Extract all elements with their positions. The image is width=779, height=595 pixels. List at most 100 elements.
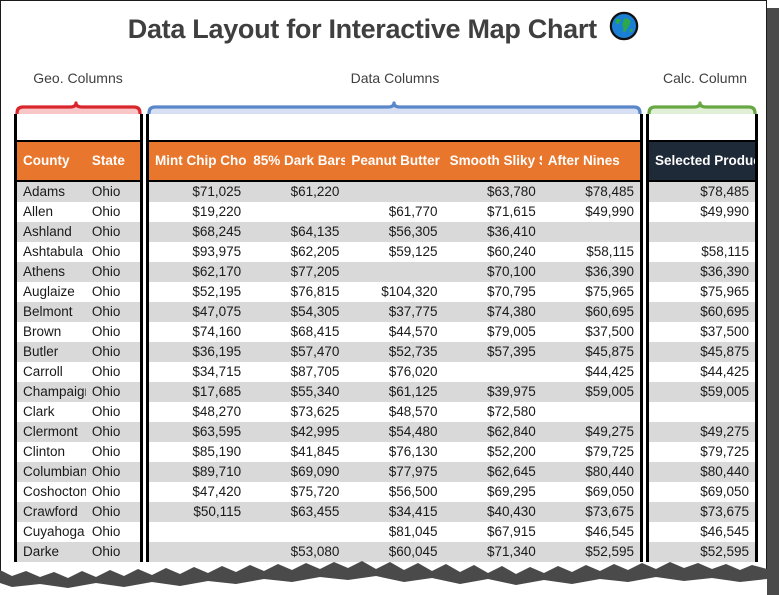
cell-selected-product: $45,875: [649, 342, 755, 362]
table-row[interactable]: $52,195 $76,815 $104,320 $70,795 $75,965: [149, 282, 640, 302]
column-header-county[interactable]: County: [17, 140, 86, 182]
table-row[interactable]: $75,965: [649, 282, 755, 302]
table-row[interactable]: $47,420 $75,720 $56,500 $69,295 $69,050: [149, 482, 640, 502]
table-row[interactable]: $69,050: [649, 482, 755, 502]
table-row[interactable]: $81,045 $67,915 $46,545: [149, 522, 640, 542]
table-row[interactable]: Crawford Ohio: [17, 502, 140, 522]
table-row[interactable]: Carroll Ohio: [17, 362, 140, 382]
table-row[interactable]: $60,695: [649, 302, 755, 322]
cell-value-2: $60,045: [345, 542, 444, 562]
table-row[interactable]: ColumbianaOhio: [17, 462, 140, 482]
table-row[interactable]: $49,275: [649, 422, 755, 442]
table-row[interactable]: Darke Ohio: [17, 542, 140, 562]
column-header-selected-product[interactable]: Selected Product: [649, 140, 755, 182]
cell-value-3: $36,410: [443, 222, 542, 242]
column-header-product-4[interactable]: After Nines: [541, 140, 640, 182]
table-row[interactable]: $37,500: [649, 322, 755, 342]
column-header-product-2[interactable]: Peanut Butter C: [345, 140, 444, 182]
table-row[interactable]: Auglaize Ohio: [17, 282, 140, 302]
table-row[interactable]: $93,975 $62,205 $59,125 $60,240 $58,115: [149, 242, 640, 262]
column-header-product-0[interactable]: Mint Chip Choc: [149, 140, 248, 182]
cell-value-2: [345, 262, 444, 282]
table-row[interactable]: $79,725: [649, 442, 755, 462]
table-row[interactable]: Champaign Ohio: [17, 382, 140, 402]
table-row[interactable]: $59,005: [649, 382, 755, 402]
table-row[interactable]: Adams Ohio: [17, 181, 140, 202]
table-row[interactable]: $46,545: [649, 522, 755, 542]
table-row[interactable]: $34,715 $87,705 $76,020 $44,425: [149, 362, 640, 382]
table-row[interactable]: $78,485: [649, 181, 755, 202]
cell-value-4: $78,485: [541, 181, 640, 202]
cell-value-3: $62,645: [443, 462, 542, 482]
table-row[interactable]: Ashtabula Ohio: [17, 242, 140, 262]
table-row[interactable]: [649, 222, 755, 242]
table-row[interactable]: Allen Ohio: [17, 202, 140, 222]
cell-value-0: $17,685: [149, 382, 248, 402]
cell-value-4: $58,115: [541, 242, 640, 262]
group-label-geo: Geo. Columns: [33, 70, 123, 86]
cell-value-4: $49,990: [541, 202, 640, 222]
column-header-product-1[interactable]: 85% Dark Bars: [247, 140, 346, 182]
cell-value-0: $19,220: [149, 202, 248, 222]
cell-value-0: $89,710: [149, 462, 248, 482]
cell-value-3: $39,975: [443, 382, 542, 402]
table-row[interactable]: $52,595: [649, 542, 755, 562]
table-row[interactable]: Cuyahoga Ohio: [17, 522, 140, 542]
table-row[interactable]: $48,270 $73,625 $48,570 $72,580: [149, 402, 640, 422]
cell-value-0: $93,975: [149, 242, 248, 262]
cell-value-0: $47,075: [149, 302, 248, 322]
cell-selected-product: $49,990: [649, 202, 755, 222]
column-header-product-3[interactable]: Smooth Sliky Sa: [443, 140, 542, 182]
table-row[interactable]: $49,990: [649, 202, 755, 222]
table-row[interactable]: $71,025 $61,220 $63,780 $78,485: [149, 181, 640, 202]
table-row[interactable]: Brown Ohio: [17, 322, 140, 342]
cell-value-4: $59,005: [541, 382, 640, 402]
table-row[interactable]: $19,220 $61,770 $71,615 $49,990: [149, 202, 640, 222]
cell-value-3: $71,340: [443, 542, 542, 562]
table-row[interactable]: Butler Ohio: [17, 342, 140, 362]
calc-body: $78,485 $49,990 $58,115 $36,390 $75,965 $60,6…: [649, 181, 755, 562]
cell-county: Adams: [17, 181, 86, 202]
cell-value-0: $68,245: [149, 222, 248, 242]
table-row[interactable]: Ashland Ohio: [17, 222, 140, 242]
table-row[interactable]: $68,245 $64,135 $56,305 $36,410: [149, 222, 640, 242]
table-row[interactable]: Clark Ohio: [17, 402, 140, 422]
cell-value-3: $70,795: [443, 282, 542, 302]
table-row[interactable]: [649, 402, 755, 422]
table-row[interactable]: Athens Ohio: [17, 262, 140, 282]
table-row[interactable]: Coshocton Ohio: [17, 482, 140, 502]
table-row[interactable]: Clinton Ohio: [17, 442, 140, 462]
cell-value-4: $80,440: [541, 462, 640, 482]
table-row[interactable]: $62,170 $77,205 $70,100 $36,390: [149, 262, 640, 282]
table-row[interactable]: $85,190 $41,845 $76,130 $52,200 $79,725: [149, 442, 640, 462]
cell-state: Ohio: [85, 202, 140, 222]
table-row[interactable]: $36,390: [649, 262, 755, 282]
table-row[interactable]: $36,195 $57,470 $52,735 $57,395 $45,875: [149, 342, 640, 362]
table-row[interactable]: $89,710 $69,090 $77,975 $62,645 $80,440: [149, 462, 640, 482]
cell-value-0: [149, 542, 248, 562]
table-row[interactable]: Clermont Ohio: [17, 422, 140, 442]
table-row[interactable]: $45,875: [649, 342, 755, 362]
table-row[interactable]: $58,115: [649, 242, 755, 262]
cell-selected-product: $46,545: [649, 522, 755, 542]
table-row[interactable]: $80,440: [649, 462, 755, 482]
table-row[interactable]: $17,685 $55,340 $61,125 $39,975 $59,005: [149, 382, 640, 402]
table-row[interactable]: $63,595 $42,995 $54,480 $62,840 $49,275: [149, 422, 640, 442]
table-row[interactable]: $73,675: [649, 502, 755, 522]
calc-column-block: Selected Product $78,485 $49,990 $58,115 $3…: [646, 114, 758, 562]
table-row[interactable]: $50,115 $63,455 $34,415 $40,430 $73,675: [149, 502, 640, 522]
group-label-data: Data Columns: [350, 70, 440, 86]
table-row[interactable]: Belmont Ohio: [17, 302, 140, 322]
column-header-state[interactable]: State: [85, 140, 140, 182]
cell-value-2: $52,735: [345, 342, 444, 362]
cell-selected-product: $36,390: [649, 262, 755, 282]
table-row[interactable]: $53,080 $60,045 $71,340 $52,595: [149, 542, 640, 562]
table-row[interactable]: $47,075 $54,305 $37,775 $74,380 $60,695: [149, 302, 640, 322]
cell-value-3: $71,615: [443, 202, 542, 222]
table-row[interactable]: $74,160 $68,415 $44,570 $79,005 $37,500: [149, 322, 640, 342]
table-row[interactable]: $44,425: [649, 362, 755, 382]
cell-selected-product: $44,425: [649, 362, 755, 382]
calc-spacer: [649, 114, 755, 140]
cell-value-2: $34,415: [345, 502, 444, 522]
cell-value-1: $87,705: [247, 362, 346, 382]
